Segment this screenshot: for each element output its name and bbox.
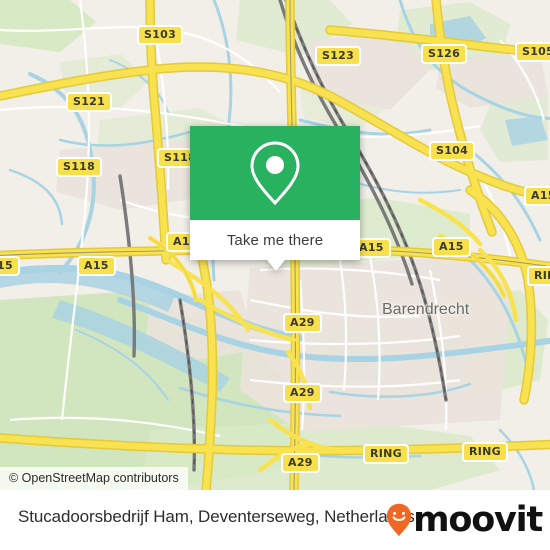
road-shield: RING xyxy=(363,444,409,464)
osm-attribution[interactable]: © OpenStreetMap contributors xyxy=(0,467,188,490)
popup-icon-area xyxy=(190,126,360,220)
road-shield: RING xyxy=(462,442,508,462)
take-me-there-label: Take me there xyxy=(226,231,324,249)
place-label-barendrecht: Barendrecht xyxy=(382,301,470,318)
location-popup-card[interactable]: Take me there xyxy=(190,126,360,271)
road-shield: A15 xyxy=(524,186,550,206)
road-shield: A15 xyxy=(77,256,116,276)
road-shield: S123 xyxy=(315,46,362,66)
road-shield: A15 xyxy=(432,237,471,257)
map-screenshot: Barendrecht S103 S123 S126 S105 S121 S11… xyxy=(0,0,550,550)
location-title: Stucadoorsbedrijf Ham, Deventerseweg, Ne… xyxy=(18,507,415,526)
road-shield: S121 xyxy=(66,92,113,112)
road-shield: S103 xyxy=(137,25,184,45)
map-pin-icon xyxy=(250,141,300,206)
road-shield: S104 xyxy=(429,141,476,161)
road-shield: A29 xyxy=(283,313,322,333)
road-shield: S105 xyxy=(515,42,550,62)
moovit-wordmark: moovit xyxy=(413,500,543,540)
popup-tail xyxy=(267,260,285,271)
moovit-logo[interactable]: moovit xyxy=(386,500,543,540)
road-shield: RING xyxy=(527,266,550,286)
road-shield: S118 xyxy=(56,157,103,177)
footer-bar: Stucadoorsbedrijf Ham, Deventerseweg, Ne… xyxy=(0,490,550,550)
road-shield: S126 xyxy=(421,44,468,64)
take-me-there-button[interactable]: Take me there xyxy=(190,220,360,260)
road-shield: 15 xyxy=(0,256,20,276)
map-canvas[interactable]: Barendrecht S103 S123 S126 S105 S121 S11… xyxy=(0,0,550,490)
road-shield: A29 xyxy=(283,383,322,403)
moovit-smiley-pin-icon xyxy=(386,503,412,537)
road-shield: A29 xyxy=(281,453,320,473)
